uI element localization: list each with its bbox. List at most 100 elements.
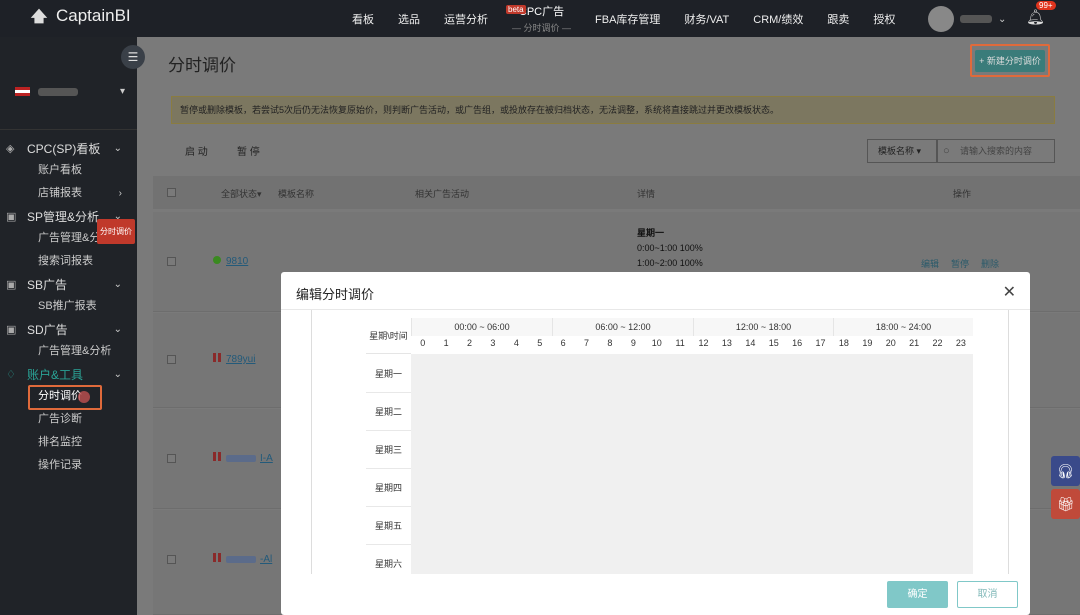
nav-follow-sell[interactable]: 跟卖 <box>815 0 861 37</box>
row-divider <box>366 392 411 393</box>
hour-label: 0 <box>420 338 426 348</box>
row-checkbox[interactable] <box>167 355 176 364</box>
sidebar-item-account-board[interactable]: 账户看板 <box>0 159 137 182</box>
schedule-cells[interactable] <box>411 354 973 574</box>
bell-icon[interactable]: 🔔︎ <box>1026 8 1045 26</box>
row-divider <box>366 506 411 507</box>
nav-dashboard[interactable]: 看板 <box>340 0 386 37</box>
row-checkbox[interactable] <box>167 454 176 463</box>
time-segment-header: 06:00 ~ 12:00 <box>552 318 693 336</box>
search-icon: ○ <box>943 145 950 157</box>
sidebar-item-store-report[interactable]: 店铺报表 › <box>0 182 137 205</box>
main-nav: 看板 选品 运营分析 beta CPC广告 — 分时调价 — FBA库存管理 财… <box>340 0 907 37</box>
cancel-button[interactable]: 取消 <box>957 581 1018 608</box>
hour-label: 3 <box>490 338 496 348</box>
paused-status-icon <box>213 353 221 362</box>
tooltip-badge: 分时调价 <box>97 219 135 244</box>
chevron-down-icon: ⌄ <box>113 278 122 290</box>
menu-group-account-tools[interactable]: ♢ 账户&工具 ⌄ <box>0 363 137 385</box>
new-dayparting-button[interactable]: + 新建分时调价 <box>975 49 1045 72</box>
nav-finance[interactable]: 财务/VAT <box>672 0 741 37</box>
sidebar-item-rank-monitor[interactable]: 排名监控 <box>0 431 137 454</box>
nav-cpc-ads[interactable]: beta CPC广告 — 分时调价 — <box>500 0 583 37</box>
day-label: 星期三 <box>374 445 402 455</box>
hour-label: 6 <box>560 338 566 348</box>
template-name-link[interactable]: -Al <box>213 553 272 565</box>
row-checkbox[interactable] <box>167 555 176 564</box>
template-name-link[interactable]: 789yui <box>213 353 255 365</box>
row-actions: 编辑 暂停 删除 <box>921 257 1011 270</box>
menu-group-sb[interactable]: ▣ SB广告 ⌄ <box>0 273 137 295</box>
menu-group-cpc[interactable]: ◈ CPC(SP)看板 ⌄ <box>0 137 137 159</box>
schedule-grid-container: 星期\时间 00:00 ~ 06:00 06:00 ~ 12:00 12:00 … <box>311 310 1009 574</box>
hour-label: 13 <box>721 338 732 348</box>
hour-label: 8 <box>607 338 613 348</box>
close-icon[interactable]: ✕ <box>1003 282 1016 302</box>
template-select[interactable]: 模板名称 ▾ <box>867 139 937 163</box>
chevron-right-icon: › <box>118 188 122 199</box>
hour-label: 1 <box>443 338 449 348</box>
sidebar-item-sb-report[interactable]: SB推广报表 <box>0 295 137 318</box>
store-name-blurred <box>38 87 78 96</box>
name-blurred <box>226 555 256 563</box>
chevron-down-icon: ⌄ <box>998 13 1007 25</box>
hour-label: 7 <box>584 338 590 348</box>
sidebar-item-sp-ad-manage[interactable]: 广告管理&分析 分时调价 <box>0 219 137 250</box>
sidebar-menu: ◈ CPC(SP)看板 ⌄ 账户看板 店铺报表 › ▣ SP管理&分析 ⌄ 广告管理&分析… <box>0 137 137 477</box>
status-filter[interactable]: 全部状态▾ <box>221 187 262 200</box>
logo[interactable]: CaptainBI <box>28 5 131 27</box>
top-bar: CaptainBI 看板 选品 运营分析 beta CPC广告 — 分时调价 —… <box>0 0 1080 37</box>
layers-icon: ◈ <box>6 142 15 155</box>
template-name-link[interactable]: 9810 <box>213 256 248 267</box>
hour-label: 5 <box>537 338 543 348</box>
sidebar-item-search-terms[interactable]: 搜索词报表 <box>0 250 137 273</box>
chevron-down-icon: ⌄ <box>113 323 122 335</box>
nav-fba[interactable]: FBA库存管理 <box>583 0 672 37</box>
pause-button[interactable]: 暂 停 <box>237 141 260 165</box>
caret-down-icon: ▾ <box>119 86 125 97</box>
sidebar-item-dayparting[interactable]: 分时调价 <box>38 385 82 408</box>
hour-label: 4 <box>513 338 519 348</box>
row-divider <box>366 468 411 469</box>
hour-label: 16 <box>792 338 803 348</box>
search-input[interactable]: ○ 请输入搜索的内容 <box>937 139 1055 163</box>
row-checkbox[interactable] <box>167 257 176 266</box>
user-menu[interactable]: ⌄ <box>928 6 1006 32</box>
store-selector[interactable]: ▾ <box>15 86 125 97</box>
pause-link[interactable]: 暂停 <box>951 259 969 269</box>
day-label: 星期一 <box>374 369 402 379</box>
menu-group-sd[interactable]: ▣ SD广告 ⌄ <box>0 318 137 340</box>
nav-operations[interactable]: 运营分析 <box>432 0 500 37</box>
delete-link[interactable]: 删除 <box>981 259 999 269</box>
hour-label: 18 <box>838 338 849 348</box>
hour-label: 21 <box>909 338 920 348</box>
sidebar-item-ad-diagnosis[interactable]: 广告诊断 <box>0 408 137 431</box>
nav-product-selection[interactable]: 选品 <box>386 0 432 37</box>
hour-label: 23 <box>955 338 966 348</box>
time-segment-header: 12:00 ~ 18:00 <box>693 318 833 336</box>
select-all-checkbox[interactable] <box>167 188 176 197</box>
start-button[interactable]: 启 动 <box>185 141 208 165</box>
nav-active-sub: — 分时调价 — <box>512 23 572 33</box>
edit-dayparting-modal: 编辑分时调价 ✕ 星期\时间 00:00 ~ 06:00 06:00 ~ 12:… <box>281 272 1030 615</box>
edit-link[interactable]: 编辑 <box>921 259 939 269</box>
avatar <box>928 6 954 32</box>
col-name: 模板名称 <box>278 189 315 199</box>
hour-label: 2 <box>467 338 473 348</box>
chevron-down-icon: ⌄ <box>113 142 122 154</box>
sb-icon: ▣ <box>6 278 17 291</box>
nav-crm[interactable]: CRM/绩效 <box>741 0 815 37</box>
app-name: CaptainBI <box>56 6 131 25</box>
collapse-sidebar-icon[interactable]: ☰ <box>121 45 145 69</box>
nav-authorize[interactable]: 授权 <box>861 0 907 37</box>
name-blurred <box>226 454 256 462</box>
gift-icon[interactable]: 🎁︎ <box>1051 489 1080 519</box>
template-name-link[interactable]: I-A <box>213 452 273 464</box>
sidebar-item-operation-log[interactable]: 操作记录 <box>0 454 137 477</box>
sidebar-item-sd-ad-manage[interactable]: 广告管理&分析 <box>0 340 137 363</box>
support-headset-icon[interactable]: 🎧︎ <box>1051 456 1080 486</box>
confirm-button[interactable]: 确定 <box>887 581 948 608</box>
hour-label: 15 <box>768 338 779 348</box>
sidebar-divider <box>0 129 137 130</box>
us-flag-icon <box>15 87 30 96</box>
